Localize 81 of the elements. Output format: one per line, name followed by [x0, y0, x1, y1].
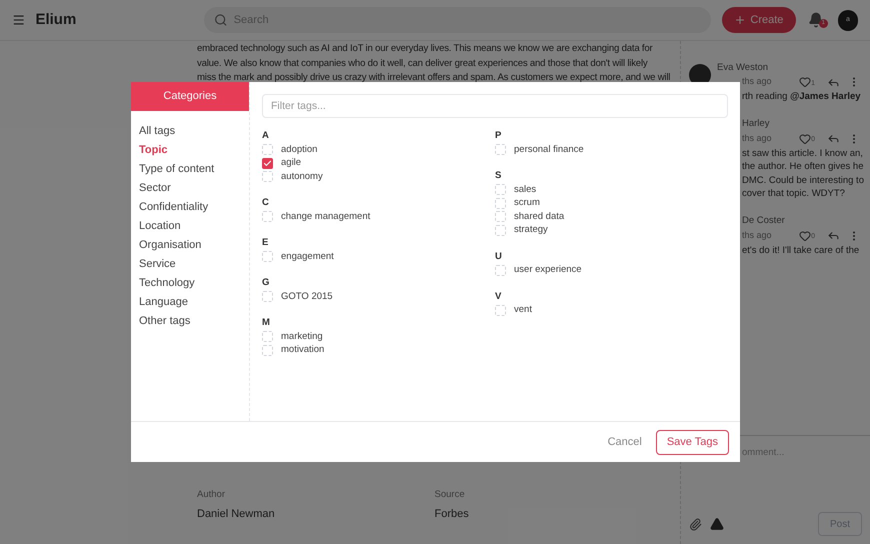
comment-author: De Coster: [742, 214, 785, 228]
tag-checkbox[interactable]: [495, 224, 506, 236]
tag-label: user experience: [514, 263, 582, 278]
tag-label: personal finance: [514, 142, 584, 157]
tag-label: adoption: [281, 142, 318, 157]
category-item[interactable]: Type of content: [131, 160, 249, 179]
tag-label: engagement: [281, 250, 334, 264]
category-item[interactable]: Service: [131, 255, 249, 274]
app-logo: Elium: [35, 10, 76, 30]
comment-author: Eva Weston: [717, 60, 768, 75]
letter-heading: C: [262, 196, 270, 210]
comment-text: st saw this article. I know an, the author. He often gives he DMC. Could be interesting to cover that topic. WDYT?: [741, 146, 865, 200]
category-item[interactable]: Location: [131, 217, 249, 236]
comment-text: rth reading @James Harley: [741, 90, 862, 104]
reply-icon[interactable]: [827, 229, 840, 242]
tag-label: strategy: [514, 223, 548, 238]
tag-label: shared data: [514, 210, 564, 224]
tag-label: scrum: [514, 196, 540, 210]
attach-icon[interactable]: [689, 518, 702, 530]
category-item[interactable]: All tags: [131, 122, 249, 141]
category-item[interactable]: Sector: [131, 179, 249, 198]
tag-label: vent: [514, 303, 532, 318]
category-item[interactable]: Topic: [131, 141, 249, 160]
letter-heading: G: [262, 276, 270, 290]
category-item[interactable]: Language: [131, 293, 249, 312]
tag-checkbox[interactable]: [262, 171, 273, 182]
like-icon[interactable]: [799, 76, 812, 88]
category-item[interactable]: Technology: [131, 274, 249, 293]
letter-heading: S: [495, 169, 502, 183]
letter-heading: A: [262, 129, 270, 143]
tag-label: GOTO 2015: [281, 290, 333, 304]
like-icon[interactable]: [799, 230, 812, 242]
tag-checkbox[interactable]: [262, 211, 273, 222]
like-icon[interactable]: [799, 132, 812, 144]
meta-value: Daniel Newman: [197, 506, 276, 522]
tag-label: marketing: [281, 330, 323, 344]
comment-author: Harley: [742, 117, 770, 132]
article-text-line: value. We also know that companies who do it well, can deliver great experiences and those that don't will likely: [197, 56, 648, 71]
letter-heading: M: [262, 316, 271, 330]
tag-label: agile: [281, 156, 302, 170]
tag-checkbox[interactable]: [262, 251, 273, 262]
save-tags-button[interactable]: Save Tags: [656, 430, 729, 454]
tag-label: motivation: [281, 343, 324, 358]
search-icon: [214, 13, 228, 27]
article-text-line: embraced technology such as AI and IoT in our everyday lives. This means we know we are exchanging data for: [197, 42, 653, 56]
category-item[interactable]: Other tags: [131, 312, 249, 331]
comment-time: ths ago: [742, 132, 772, 145]
comment-time: ths ago: [742, 75, 772, 88]
tag-label: change management: [281, 210, 370, 224]
letter-heading: V: [495, 290, 502, 304]
letter-heading: U: [495, 250, 503, 264]
tag-checkbox[interactable]: [495, 264, 506, 276]
tag-checkbox[interactable]: [262, 331, 273, 342]
meta-value: Forbes: [434, 506, 470, 522]
filter-field[interactable]: Filter tags...: [262, 94, 728, 118]
categories-header: Categories: [131, 82, 249, 111]
comment-text: et's do it! I'll take care of the: [741, 244, 860, 257]
tag-checkbox[interactable]: [495, 184, 506, 196]
letter-heading: E: [262, 236, 270, 250]
tag-checkbox[interactable]: [262, 291, 273, 302]
comment-time: ths ago: [742, 228, 772, 242]
category-item[interactable]: Confidentiality: [131, 198, 249, 217]
tag-checkbox[interactable]: [262, 158, 273, 169]
tag-checkbox[interactable]: [262, 144, 273, 156]
letter-heading: P: [495, 129, 502, 143]
tag-checkbox[interactable]: [495, 144, 506, 156]
notification-icon[interactable]: [808, 12, 824, 28]
category-item[interactable]: Organisation: [131, 236, 249, 255]
drive-icon[interactable]: [710, 517, 724, 531]
plus-icon: [734, 14, 746, 26]
reply-icon[interactable]: [827, 132, 840, 145]
tag-checkbox[interactable]: [495, 304, 506, 316]
meta-label: Source: [434, 488, 466, 502]
menu-icon[interactable]: [12, 13, 26, 27]
tag-label: sales: [514, 182, 536, 197]
tag-checkbox[interactable]: [495, 198, 506, 209]
meta-label: Author: [197, 488, 226, 502]
tag-label: autonomy: [281, 170, 323, 184]
cancel-button[interactable]: Cancel: [608, 434, 642, 450]
tag-checkbox[interactable]: [495, 211, 506, 222]
tag-checkbox[interactable]: [262, 344, 273, 356]
